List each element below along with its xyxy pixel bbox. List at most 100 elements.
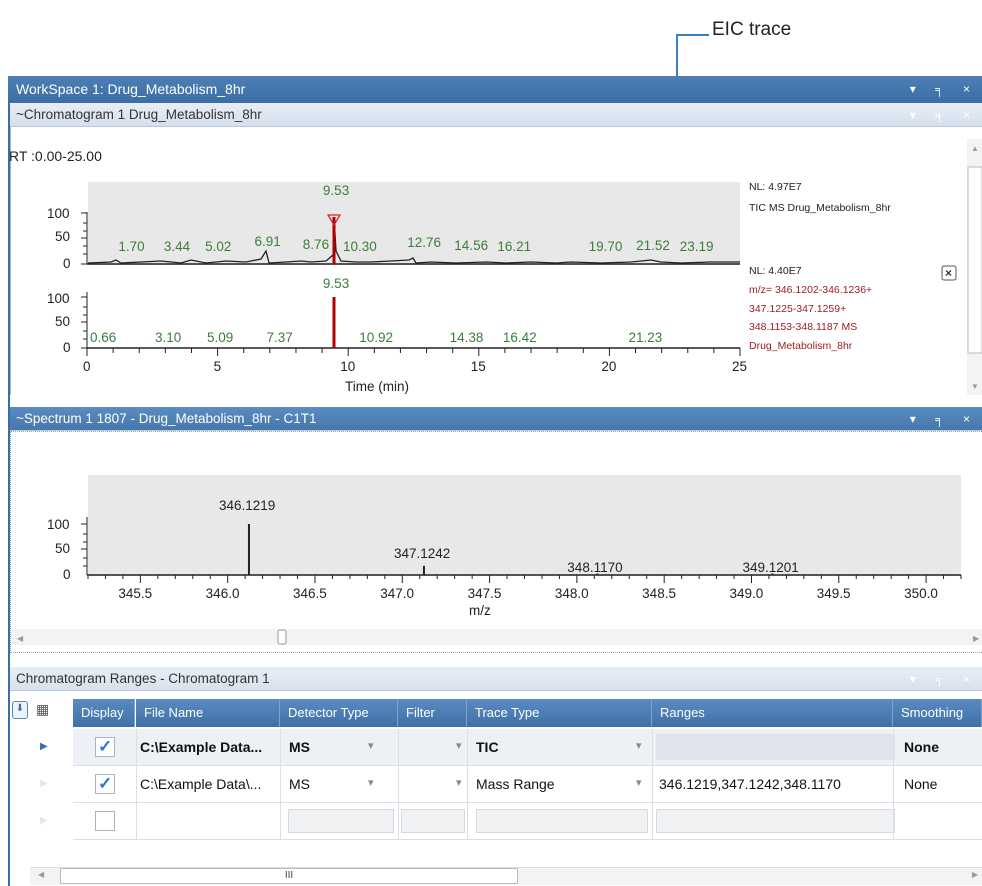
row-indicator-icon: ▶	[40, 815, 48, 826]
column-divider	[398, 729, 399, 840]
column-header-trace-type[interactable]: Trace Type	[467, 699, 652, 727]
spectrum-x-ticks: 345.5 346.0 346.5 347.0 347.5 348.0 348.5 349.0…	[87, 575, 962, 601]
tic-y-tick-0: 0	[63, 256, 71, 271]
callout-label: EIC trace	[712, 19, 792, 40]
ranges-panel-title[interactable]: Chromatogram Ranges - Chromatogram 1 ▾ ╕…	[10, 667, 982, 691]
ranges-input-box[interactable]	[656, 734, 895, 760]
trace-dropdown-icon[interactable]: ▾	[636, 776, 642, 789]
workspace-window-controls[interactable]: ▾ ╕ ×	[910, 76, 978, 103]
tic-peak-label: 12.76	[407, 235, 441, 250]
eic-peak-label: 14.38	[450, 330, 484, 345]
file-name-cell[interactable]: C:\Example Data\...	[140, 774, 261, 794]
detector-type-cell[interactable]: MS	[289, 774, 310, 794]
trace-type-cell[interactable]: TIC	[476, 737, 499, 757]
column-header-detector-type[interactable]: Detector Type	[280, 699, 398, 727]
column-header-ranges[interactable]: Ranges	[652, 699, 893, 727]
tic-peak-label: 5.02	[205, 239, 231, 254]
tic-peak-label: 1.70	[118, 239, 144, 254]
spectrum-x-tick-label: 345.5	[118, 586, 152, 601]
spectrum-x-tick-label: 346.0	[206, 586, 240, 601]
spectrum-plot-area	[88, 475, 961, 576]
tic-description: TIC MS Drug_Metabolism_8hr	[749, 202, 891, 214]
tic-peak-label: 23.19	[680, 239, 714, 254]
tic-y-tick-100: 100	[47, 206, 70, 221]
smoothing-cell[interactable]: None	[904, 774, 937, 794]
trace-dropdown-icon[interactable]: ▾	[636, 739, 642, 752]
table-view-icon[interactable]: ▦	[36, 701, 52, 717]
chromatogram-panel-title[interactable]: ~Chromatogram 1 Drug_Metabolism_8hr ▾ ╕ …	[10, 103, 982, 127]
tic-nl-value: NL: 4.97E7	[749, 181, 802, 193]
column-header-smoothing[interactable]: Smoothing	[893, 699, 982, 727]
column-header-file-name[interactable]: File Name	[136, 699, 280, 727]
ranges-title: Chromatogram Ranges - Chromatogram 1	[16, 671, 270, 686]
spectrum-y-tick-100: 100	[47, 517, 70, 532]
row-indicator-icon: ▶	[40, 741, 48, 752]
file-name-cell[interactable]: C:\Example Data...	[140, 737, 262, 757]
eic-y-tick-0: 0	[63, 340, 71, 355]
trace-type-cell[interactable]: Mass Range	[476, 774, 555, 794]
tic-peak-label: 6.91	[254, 234, 280, 249]
detector-dropdown-icon[interactable]: ▾	[368, 739, 374, 752]
callout-line-horizontal	[677, 34, 709, 36]
ranges-window-controls[interactable]: ▾ ╕ ×	[910, 667, 978, 691]
workspace-title-bar[interactable]: WorkSpace 1: Drug_Metabolism_8hr ▾ ╕ ×	[8, 76, 982, 103]
eic-x-tick-label: 10	[340, 359, 355, 374]
ranges-hscroll-thumb[interactable]: III	[60, 868, 518, 884]
row-divider	[73, 839, 982, 840]
spectrum-hscroll-thumb[interactable]	[277, 629, 287, 645]
detector-select[interactable]	[288, 809, 394, 833]
check-icon: ✓	[98, 737, 113, 756]
scroll-up-arrow-icon[interactable]: ▲	[971, 144, 979, 153]
svg-text:×: ×	[945, 266, 952, 280]
spectrum-y-tick-50: 50	[55, 541, 70, 556]
eic-x-ticks: 0 5 10 15 20 25	[83, 348, 747, 374]
detector-dropdown-icon[interactable]: ▾	[368, 776, 374, 789]
ranges-cell[interactable]: 346.1219,347.1242,348.1170	[659, 774, 841, 794]
smoothing-cell[interactable]: None	[904, 737, 939, 757]
filter-dropdown-icon[interactable]: ▾	[456, 739, 462, 752]
eic-peak-label: 21.23	[629, 330, 663, 345]
ranges-input-box[interactable]	[656, 809, 895, 833]
remove-trace-icon[interactable]: ×	[941, 265, 957, 281]
spectrum-x-tick-label: 347.5	[468, 586, 502, 601]
scroll-left-arrow-icon[interactable]: ◀	[17, 634, 24, 643]
display-checkbox[interactable]	[95, 811, 115, 831]
tic-peak-label: 19.70	[589, 239, 623, 254]
eic-y-tick-100: 100	[47, 291, 70, 306]
spectrum-y-tick-0: 0	[63, 567, 71, 582]
eic-x-tick-label: 0	[83, 359, 91, 374]
eic-mz-line-1: m/z= 346.1202-346.1236+	[749, 284, 872, 296]
detector-type-cell[interactable]: MS	[289, 737, 310, 757]
display-checkbox[interactable]: ✓	[95, 737, 115, 757]
eic-peak-label: 3.10	[155, 330, 181, 345]
tic-peak-label: 10.30	[343, 239, 377, 254]
chromatogram-window-controls[interactable]: ▾ ╕ ×	[910, 103, 978, 127]
filter-down-icon[interactable]: ⬇	[12, 701, 28, 719]
tic-y-tick-50: 50	[55, 229, 70, 244]
scroll-down-arrow-icon[interactable]: ▼	[971, 382, 979, 391]
eic-mz-line-4: Drug_Metabolism_8hr	[749, 340, 853, 352]
ranges-hscroll-grip: III	[284, 870, 294, 881]
spectrum-plot: 100 50 0 346.1219 347.1242 348.1170 349.120…	[11, 475, 982, 645]
spectrum-panel: 100 50 0 346.1219 347.1242 348.1170 349.120…	[10, 431, 982, 653]
spectrum-panel-title[interactable]: ~Spectrum 1 1807 - Drug_Metabolism_8hr -…	[10, 407, 982, 431]
eic-mz-line-2: 347.1225-347.1259+	[749, 303, 846, 315]
scroll-right-arrow-icon[interactable]: ▶	[972, 870, 978, 879]
column-header-filter[interactable]: Filter	[398, 699, 467, 727]
tic-peak-label: 14.56	[454, 238, 488, 253]
column-header-display[interactable]: Display	[73, 699, 135, 727]
scroll-right-arrow-icon[interactable]: ▶	[973, 634, 980, 643]
spectrum-window-controls[interactable]: ▾ ╕ ×	[910, 407, 978, 431]
chromatogram-vscroll-thumb[interactable]	[967, 166, 982, 354]
scroll-left-arrow-icon[interactable]: ◀	[38, 870, 44, 879]
tic-peak-label: 21.52	[636, 238, 670, 253]
eic-nl-value: NL: 4.40E7	[749, 265, 802, 277]
trace-select[interactable]	[476, 809, 648, 833]
eic-peak-label: 7.37	[267, 330, 293, 345]
spectrum-x-tick-label: 349.5	[817, 586, 851, 601]
spectrum-x-tick-label: 347.0	[380, 586, 414, 601]
filter-select[interactable]	[401, 809, 465, 833]
display-checkbox[interactable]: ✓	[95, 774, 115, 794]
spectrum-hscroll-track[interactable]	[11, 629, 982, 645]
filter-dropdown-icon[interactable]: ▾	[456, 776, 462, 789]
